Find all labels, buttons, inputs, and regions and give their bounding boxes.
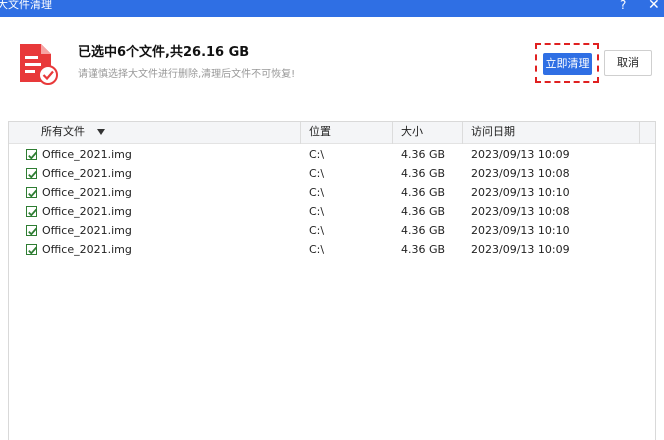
column-header-date[interactable]: 访问日期	[462, 122, 515, 144]
highlight-box: 立即清理	[535, 43, 599, 83]
table-header: 所有文件 位置 大小 访问日期	[9, 122, 655, 144]
table-row[interactable]: Office_2021.img C:\ 4.36 GB 2023/09/13 10:0…	[9, 164, 655, 183]
checkbox-checked-icon[interactable]	[26, 187, 38, 198]
warning-hint: 请谨慎选择大文件进行删除,清理后文件不可恢复!	[78, 69, 296, 80]
file-name: Office_2021.img	[42, 205, 132, 218]
column-header-size[interactable]: 大小	[392, 122, 423, 144]
table-row[interactable]: Office_2021.img C:\ 4.36 GB 2023/09/13 10:1…	[9, 221, 655, 240]
checkbox-checked-icon[interactable]	[26, 225, 38, 236]
file-access-date: 2023/09/13 10:08	[471, 167, 570, 180]
checkbox-checked-icon[interactable]	[26, 168, 38, 179]
table-row[interactable]: Office_2021.img C:\ 4.36 GB 2023/09/13 10:0…	[9, 145, 655, 164]
cancel-button[interactable]: 取消	[604, 50, 652, 76]
file-size: 4.36 GB	[401, 186, 446, 199]
file-location: C:\	[309, 186, 325, 199]
file-name: Office_2021.img	[42, 243, 132, 256]
selection-summary: 已选中6个文件,共26.16 GB	[78, 45, 250, 60]
file-name: Office_2021.img	[42, 224, 132, 237]
file-access-date: 2023/09/13 10:09	[471, 243, 570, 256]
title-bar: 大文件清理 ? ✕	[0, 0, 664, 17]
file-name: Office_2021.img	[42, 148, 132, 161]
file-location: C:\	[309, 205, 325, 218]
file-access-date: 2023/09/13 10:10	[471, 186, 570, 199]
table-row[interactable]: Office_2021.img C:\ 4.36 GB 2023/09/13 10:0…	[9, 240, 655, 259]
file-size: 4.36 GB	[401, 167, 446, 180]
window-title: 大文件清理	[0, 0, 52, 11]
table-row[interactable]: Office_2021.img C:\ 4.36 GB 2023/09/13 10:1…	[9, 183, 655, 202]
sort-down-icon[interactable]	[97, 129, 105, 135]
column-label: 所有文件	[41, 125, 85, 138]
large-file-icon	[17, 42, 59, 86]
file-size: 4.36 GB	[401, 224, 446, 237]
checkbox-checked-icon[interactable]	[26, 244, 38, 255]
file-table: 所有文件 位置 大小 访问日期 Office_2021.img C:\ 4.36 G…	[8, 121, 656, 440]
file-access-date: 2023/09/13 10:08	[471, 205, 570, 218]
summary-header: 已选中6个文件,共26.16 GB 请谨慎选择大文件进行删除,清理后文件不可恢复…	[0, 17, 664, 105]
file-access-date: 2023/09/13 10:10	[471, 224, 570, 237]
help-button[interactable]: ?	[620, 0, 626, 13]
table-row[interactable]: Office_2021.img C:\ 4.36 GB 2023/09/13 10:0…	[9, 202, 655, 221]
column-header-all-files[interactable]: 所有文件	[41, 122, 105, 144]
file-location: C:\	[309, 167, 325, 180]
file-size: 4.36 GB	[401, 243, 446, 256]
file-location: C:\	[309, 224, 325, 237]
file-location: C:\	[309, 243, 325, 256]
column-header-location[interactable]: 位置	[300, 122, 331, 144]
checkbox-checked-icon[interactable]	[26, 149, 38, 160]
close-button[interactable]: ✕	[648, 0, 660, 13]
file-access-date: 2023/09/13 10:09	[471, 148, 570, 161]
column-header-end	[639, 122, 655, 144]
file-name: Office_2021.img	[42, 167, 132, 180]
file-name: Office_2021.img	[42, 186, 132, 199]
file-size: 4.36 GB	[401, 148, 446, 161]
file-location: C:\	[309, 148, 325, 161]
checkbox-checked-icon[interactable]	[26, 206, 38, 217]
clean-now-button[interactable]: 立即清理	[543, 53, 592, 75]
file-size: 4.36 GB	[401, 205, 446, 218]
